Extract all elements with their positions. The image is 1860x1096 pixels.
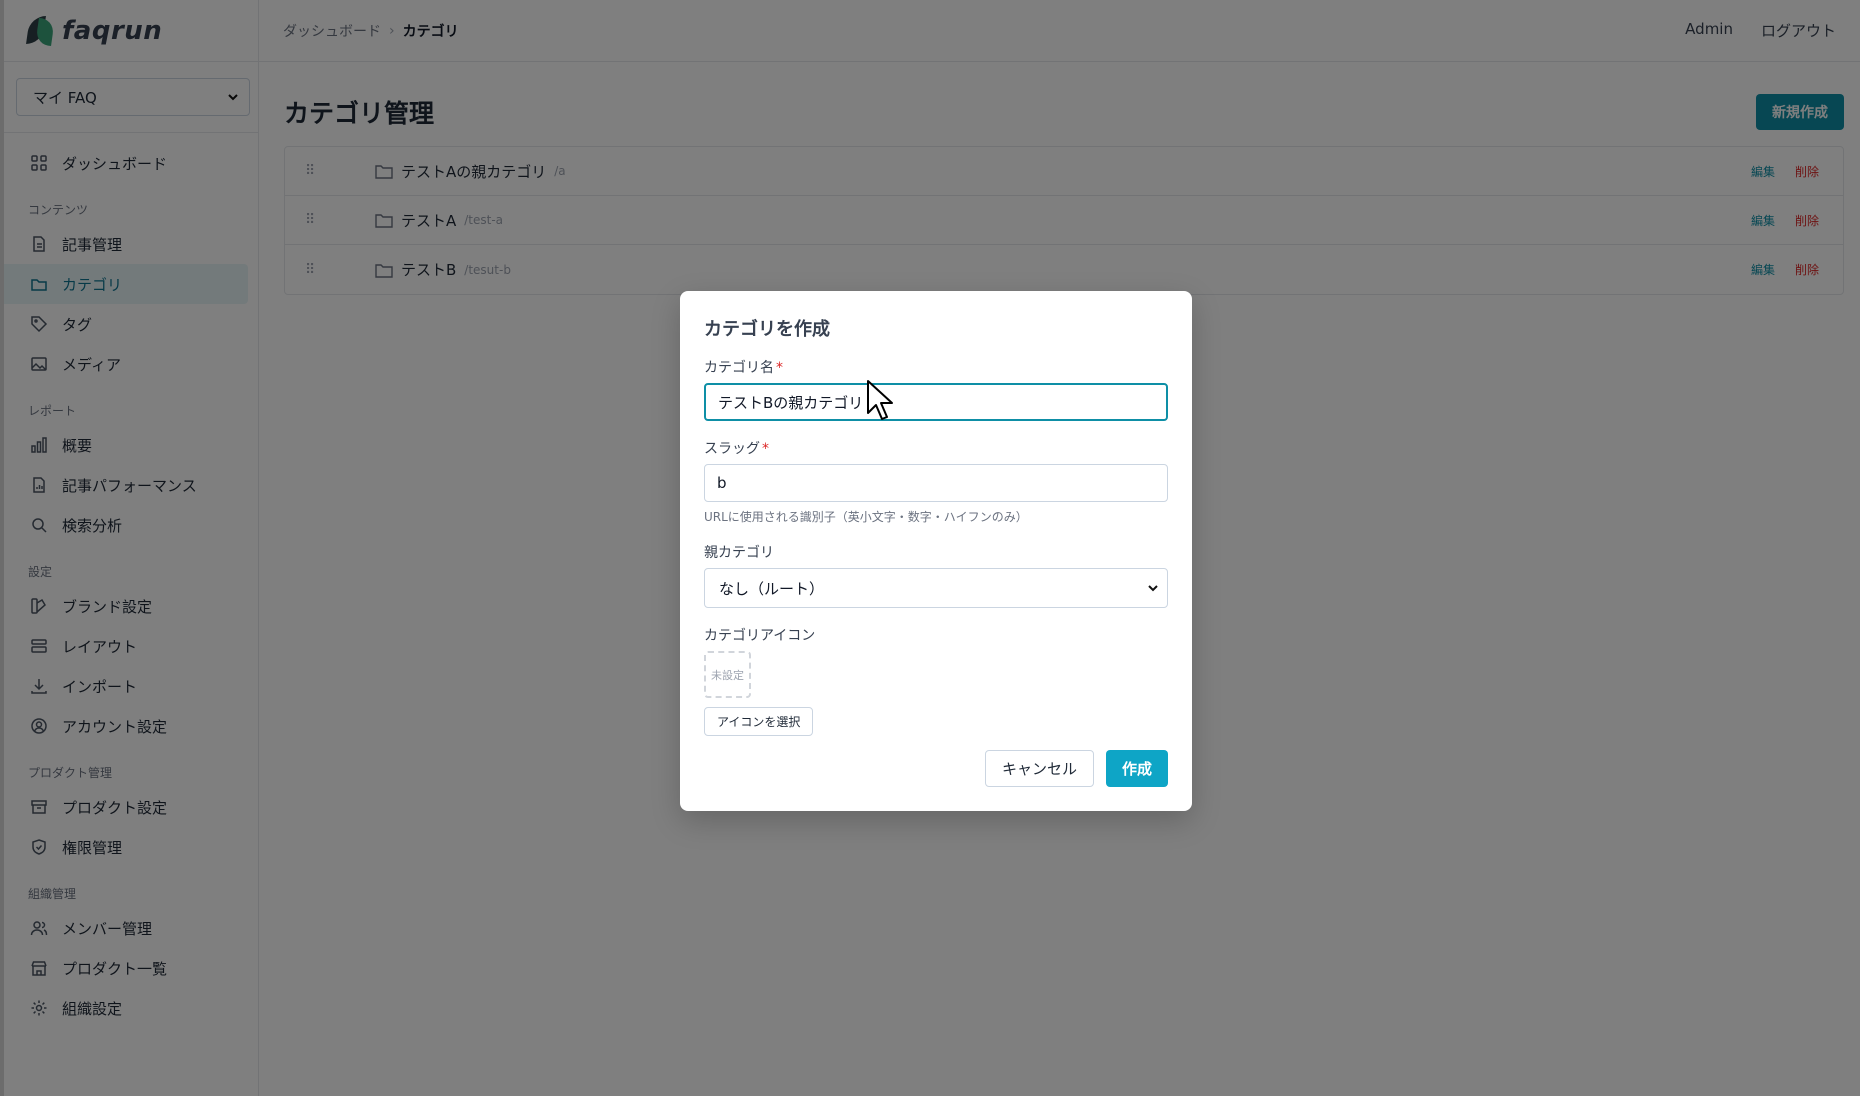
create-button[interactable]: 作成 <box>1105 750 1168 787</box>
category-name-label: カテゴリ名 * <box>704 360 783 376</box>
create-category-dialog: カテゴリを作成 カテゴリ名 * テストBの親カテゴリ スラッグ * b URLに使用… <box>680 291 1192 811</box>
category-name-input[interactable]: テストBの親カテゴリ <box>704 383 1168 421</box>
parent-category-label: 親カテゴリ <box>704 545 774 561</box>
required-mark: * <box>776 360 783 376</box>
choose-icon-button[interactable]: アイコンを選択 <box>704 707 814 736</box>
parent-category-select[interactable]: なし（ルート） <box>704 568 1168 608</box>
required-mark: * <box>762 441 769 457</box>
slug-label: スラッグ * <box>704 441 769 457</box>
dialog-title: カテゴリを作成 <box>704 319 830 340</box>
cancel-button[interactable]: キャンセル <box>984 750 1094 787</box>
icon-preview: 未設定 <box>704 651 751 698</box>
slug-input[interactable]: b <box>704 464 1168 502</box>
chevron-down-icon <box>1148 585 1158 592</box>
mouse-cursor-icon <box>867 380 893 420</box>
parent-category-value: なし（ルート） <box>719 579 825 598</box>
category-icon-label: カテゴリアイコン <box>704 628 816 644</box>
slug-hint: URLに使用される識別子（英小文字・数字・ハイフンのみ） <box>704 510 1028 524</box>
